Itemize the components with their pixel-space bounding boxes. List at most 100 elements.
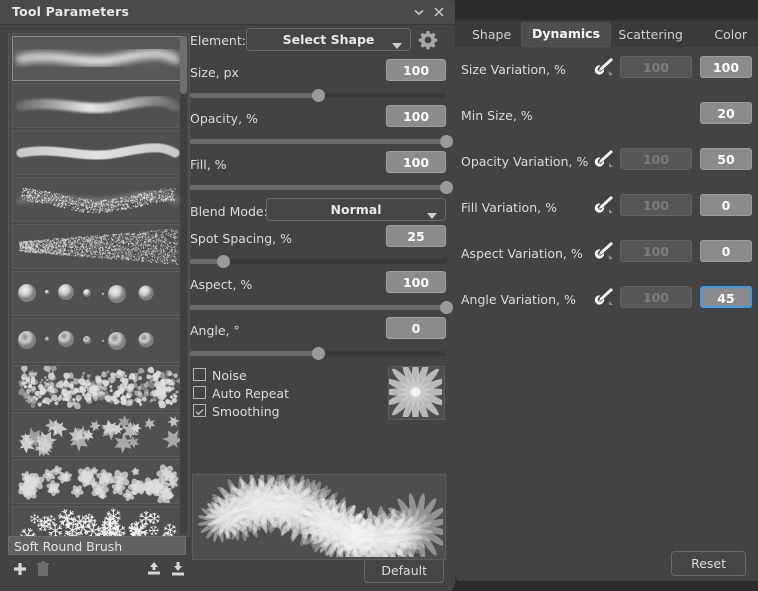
default-button[interactable]: Default	[364, 558, 444, 583]
size-slider[interactable]	[190, 92, 446, 98]
slider-fill	[190, 139, 446, 144]
tab-shape[interactable]: Shape	[461, 24, 522, 47]
min-size-input[interactable]: 20	[700, 102, 752, 124]
pen-pressure-icon[interactable]	[591, 240, 615, 262]
import-arrow-icon[interactable]	[145, 560, 165, 580]
fill-variation-slider[interactable]	[460, 222, 747, 228]
aspect-label: Aspect, %	[190, 277, 252, 292]
spot-spacing-label: Spot Spacing, %	[190, 231, 292, 246]
scrollbar-thumb[interactable]	[180, 36, 187, 94]
fill-variation-pressure-input: 100	[620, 194, 692, 216]
daisy-stroke-preview	[192, 474, 446, 560]
angle-variation-pressure-input: 100	[620, 286, 692, 308]
angle-input[interactable]: 0	[386, 317, 446, 339]
opacity-label: Opacity, %	[190, 111, 258, 126]
brush-preset-snowflake-brush[interactable]	[12, 506, 184, 537]
fill-slider[interactable]	[190, 184, 446, 190]
export-arrow-icon[interactable]	[169, 560, 189, 580]
size-label: Size, px	[190, 65, 239, 80]
blend-mode-value: Normal	[267, 202, 445, 217]
slider-knob[interactable]	[312, 347, 325, 360]
angle-slider[interactable]	[190, 350, 446, 356]
spot-spacing-input[interactable]: 25	[386, 225, 446, 247]
size-input[interactable]: 100	[386, 59, 446, 81]
plus-icon[interactable]	[11, 560, 31, 580]
aspect-variation-input[interactable]: 0	[700, 240, 752, 262]
tab-scattering[interactable]: Scattering	[607, 24, 693, 47]
min-size-slider[interactable]	[460, 130, 747, 136]
opacity-variation-input[interactable]: 50	[700, 148, 752, 170]
slider-knob[interactable]	[440, 135, 453, 148]
brush-preset-gradient-taper-brush[interactable]	[12, 83, 184, 128]
pen-pressure-icon[interactable]	[591, 194, 615, 216]
aspect-slider[interactable]	[190, 304, 446, 310]
checkbox-label-auto-repeat: Auto Repeat	[212, 386, 289, 401]
pen-pressure-icon[interactable]	[591, 286, 615, 308]
selected-brush-name: Soft Round Brush	[8, 536, 186, 555]
checkbox-noise[interactable]: Noise	[193, 368, 247, 383]
page-title: Tool Parameters	[12, 4, 129, 19]
brush-preset-maple-leaf-brush[interactable]	[12, 412, 184, 457]
checkbox-box-smoothing[interactable]	[193, 404, 206, 417]
opacity-variation-label: Opacity Variation, %	[461, 154, 588, 169]
brush-preset-hard-round-brush[interactable]	[12, 130, 184, 175]
right-panel: ShapeDynamicsScattering Color Size Variat…	[455, 20, 758, 581]
tab-color[interactable]: Color	[703, 24, 758, 47]
tab-dynamics[interactable]: Dynamics	[521, 22, 611, 47]
brush-preset-soft-round-brush[interactable]	[12, 36, 184, 81]
size-variation-label: Size Variation, %	[461, 62, 566, 77]
slider-fill	[190, 305, 446, 310]
checkbox-smoothing[interactable]: Smoothing	[193, 404, 280, 419]
blend-mode-label: Blend Mode:	[190, 204, 268, 219]
min-size-label: Min Size, %	[461, 108, 533, 123]
spot-spacing-slider[interactable]	[190, 258, 446, 264]
chevron-down-icon[interactable]	[411, 5, 427, 20]
checkbox-label-noise: Noise	[212, 368, 247, 383]
pen-pressure-icon[interactable]	[591, 148, 615, 170]
opacity-variation-slider[interactable]	[460, 176, 747, 182]
size-variation-pressure-input: 100	[620, 56, 692, 78]
trash-icon	[35, 560, 55, 580]
checkbox-label-smoothing: Smoothing	[212, 404, 280, 419]
window-titlebar: Tool Parameters	[0, 0, 455, 25]
fill-label: Fill, %	[190, 157, 227, 172]
brush-preset-foliage-scatter-brush[interactable]	[12, 365, 184, 410]
angle-label: Angle, °	[190, 323, 240, 338]
slider-fill	[190, 185, 446, 190]
opacity-input[interactable]: 100	[386, 105, 446, 127]
close-icon[interactable]	[431, 5, 447, 20]
gear-icon[interactable]	[418, 30, 438, 53]
element-dropdown[interactable]: Select Shape	[246, 28, 411, 51]
angle-variation-input[interactable]: 45	[700, 286, 752, 308]
fill-variation-input[interactable]: 0	[700, 194, 752, 216]
size-variation-input[interactable]: 100	[700, 56, 752, 78]
brush-preset-dots-fade-brush[interactable]	[12, 271, 184, 316]
reset-button[interactable]: Reset	[671, 551, 746, 576]
aspect-input[interactable]: 100	[386, 271, 446, 293]
checkbox-box-auto-repeat[interactable]	[193, 386, 206, 399]
tool-parameters-window: Tool Parameters Soft Round Brush	[0, 0, 758, 591]
slider-knob[interactable]	[440, 181, 453, 194]
aspect-variation-pressure-input: 100	[620, 240, 692, 262]
angle-variation-slider[interactable]	[460, 314, 747, 320]
brush-preset-rough-bristle-brush[interactable]	[12, 177, 184, 222]
slider-knob[interactable]	[312, 89, 325, 102]
checkbox-box-noise[interactable]	[193, 368, 206, 381]
slider-fill	[190, 93, 318, 98]
checkbox-auto-repeat[interactable]: Auto Repeat	[193, 386, 289, 401]
brush-list-scrollbar[interactable]	[180, 36, 187, 534]
brush-preset-rings-fade-brush[interactable]	[12, 318, 184, 363]
aspect-variation-slider[interactable]	[460, 268, 747, 274]
pen-pressure-icon[interactable]	[591, 56, 615, 78]
brush-preset-blossom-scatter-brush[interactable]	[12, 459, 184, 504]
fill-input[interactable]: 100	[386, 151, 446, 173]
element-dropdown-value: Select Shape	[247, 32, 410, 47]
blend-mode-dropdown[interactable]: Normal	[266, 198, 446, 221]
opacity-slider[interactable]	[190, 138, 446, 144]
brush-preset-spatter-brush[interactable]	[12, 224, 184, 269]
size-variation-slider[interactable]	[460, 84, 747, 90]
daisy-flower-shape-svg	[389, 367, 442, 417]
brush-preset-list[interactable]	[8, 33, 190, 537]
slider-knob[interactable]	[440, 301, 453, 314]
daisy-flower-shape[interactable]	[388, 366, 445, 420]
